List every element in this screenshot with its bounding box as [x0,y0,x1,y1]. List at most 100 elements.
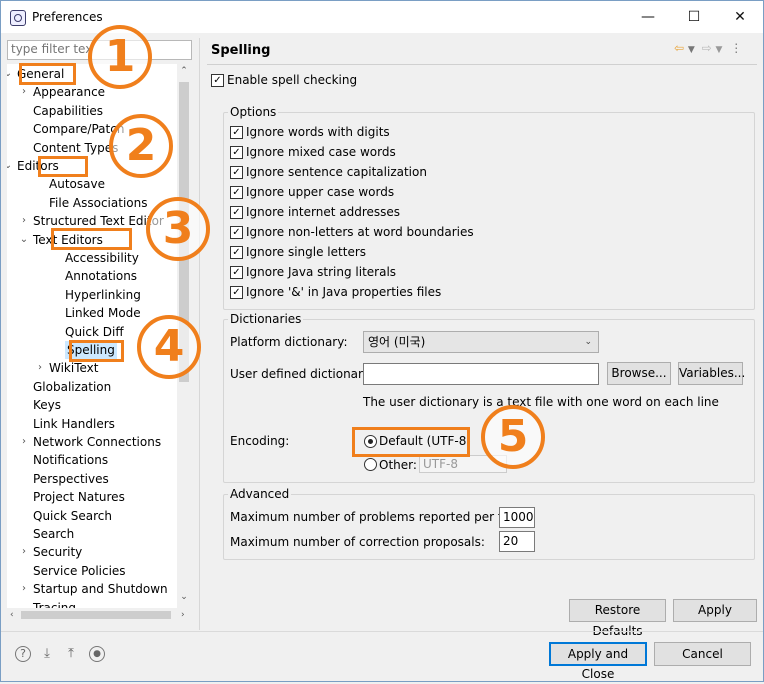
tree-item[interactable]: Content Types [33,139,118,157]
option-label[interactable]: Ignore '&' in Java properties files [246,285,441,299]
import-icon[interactable]: ⤓ [39,646,55,662]
user-dictionary-hint: The user dictionary is a text file with … [363,395,719,409]
tree-horizontal-scrollbar[interactable]: ‹ › [7,608,191,622]
help-icon[interactable]: ? [15,646,31,662]
tree-item[interactable]: WikiText [49,359,99,377]
expand-chevron-icon[interactable]: ⌄ [7,65,13,83]
footer-separator [1,631,763,632]
collapse-chevron-icon[interactable]: › [19,83,29,101]
expand-chevron-icon[interactable]: ⌄ [19,231,29,249]
tree-item[interactable]: Autosave [49,175,105,193]
apply-button[interactable]: Apply [673,599,757,622]
preferences-window: Preferences — ☐ ✕ ⌄General›AppearanceCap… [0,0,764,682]
tree-item[interactable]: Service Policies [33,562,126,580]
record-icon[interactable]: ● [89,646,105,662]
option-checkbox[interactable]: ✓ [230,246,243,259]
option-checkbox[interactable]: ✓ [230,146,243,159]
variables-button[interactable]: Variables... [678,362,745,385]
tree-item[interactable]: Network Connections [33,433,161,451]
user-dictionary-label: User defined dictionary: [230,367,374,381]
tree-item[interactable]: Appearance [33,83,105,101]
max-problems-input[interactable]: 1000 [499,507,535,528]
collapse-chevron-icon[interactable]: › [19,433,29,451]
expand-chevron-icon[interactable]: ⌄ [7,157,13,175]
option-label[interactable]: Ignore non-letters at word boundaries [246,225,474,239]
scroll-right-icon[interactable]: › [181,608,185,622]
view-menu-icon[interactable]: ⋮ [730,41,742,55]
apply-and-close-button[interactable]: Apply and Close [549,642,647,681]
option-label[interactable]: Ignore sentence capitalization [246,165,427,179]
scroll-left-icon[interactable]: ‹ [10,608,14,622]
tree-item[interactable]: Quick Diff [65,323,124,341]
tree-item[interactable]: Keys [33,396,61,414]
tree-item[interactable]: Linked Mode [65,304,141,322]
option-checkbox[interactable]: ✓ [230,266,243,279]
panel-divider[interactable] [199,38,200,630]
tree-item[interactable]: File Associations [49,194,147,212]
annotation-step-2: 2 [109,114,173,178]
minimize-button[interactable]: — [625,1,671,33]
tree-item[interactable]: Hyperlinking [65,286,141,304]
tree-item[interactable]: Link Handlers [33,415,115,433]
export-icon[interactable]: ⤒ [63,646,79,662]
restore-defaults-button[interactable]: Restore Defaults [569,599,666,638]
tree-item[interactable]: Globalization [33,378,111,396]
forward-arrow-icon[interactable]: ⇨ [702,41,712,55]
option-checkbox[interactable]: ✓ [230,206,243,219]
max-proposals-label: Maximum number of correction proposals: [230,535,485,549]
user-dictionary-input[interactable] [363,363,599,385]
option-label[interactable]: Ignore single letters [246,245,366,259]
option-checkbox[interactable]: ✓ [230,166,243,179]
platform-dictionary-select[interactable]: 영어 (미국) ⌄ [363,331,599,353]
option-label[interactable]: Ignore mixed case words [246,145,396,159]
other-encoding-radio[interactable] [364,458,377,471]
tree-item[interactable]: Notifications [33,451,108,469]
advanced-group [223,494,755,560]
maximize-button[interactable]: ☐ [671,1,717,33]
browse-button[interactable]: Browse... [607,362,671,385]
collapse-chevron-icon[interactable]: › [19,212,29,230]
tree-item[interactable]: Search [33,525,74,543]
tree-item[interactable]: Accessibility [65,249,139,267]
advanced-group-title: Advanced [228,487,292,501]
editors-highlight [38,156,88,177]
tree-item[interactable]: Startup and Shutdown [33,580,168,598]
collapse-chevron-icon[interactable]: › [19,543,29,561]
option-checkbox[interactable]: ✓ [230,286,243,299]
cancel-button[interactable]: Cancel [654,642,751,666]
eclipse-app-icon [10,10,26,26]
tree-item[interactable]: Perspectives [33,470,109,488]
annotation-step-3: 3 [146,197,210,261]
scroll-down-icon[interactable]: ⌄ [177,592,191,602]
tree-item[interactable]: Tracing [33,599,76,608]
encoding-label: Encoding: [230,434,290,448]
enable-spell-checkbox[interactable]: ✓ [211,74,224,87]
option-checkbox[interactable]: ✓ [230,186,243,199]
option-label[interactable]: Ignore Java string literals [246,265,396,279]
tree-item[interactable]: Annotations [65,267,137,285]
hscroll-thumb[interactable] [21,611,171,619]
scroll-up-icon[interactable]: ⌃ [177,66,191,76]
forward-dropdown-icon[interactable]: ▼ [716,45,723,55]
default-encoding-highlight [352,427,470,457]
collapse-chevron-icon[interactable]: › [35,359,45,377]
tree-item[interactable]: Security [33,543,82,561]
tree-item[interactable]: Capabilities [33,102,103,120]
option-checkbox[interactable]: ✓ [230,126,243,139]
max-proposals-input[interactable]: 20 [499,531,535,552]
annotation-step-5: 5 [481,405,545,469]
options-group-title: Options [228,105,279,119]
enable-spell-label[interactable]: Enable spell checking [227,73,357,87]
tree-item[interactable]: Project Natures [33,488,125,506]
back-arrow-icon[interactable]: ⇦ [674,41,684,55]
collapse-chevron-icon[interactable]: › [19,580,29,598]
other-encoding-label[interactable]: Other: [379,458,417,472]
option-label[interactable]: Ignore internet addresses [246,205,400,219]
option-checkbox[interactable]: ✓ [230,226,243,239]
tree-item[interactable]: Quick Search [33,507,112,525]
close-button[interactable]: ✕ [717,1,763,33]
option-label[interactable]: Ignore words with digits [246,125,390,139]
back-dropdown-icon[interactable]: ▼ [688,45,695,55]
chevron-down-icon: ⌄ [584,337,592,347]
option-label[interactable]: Ignore upper case words [246,185,394,199]
